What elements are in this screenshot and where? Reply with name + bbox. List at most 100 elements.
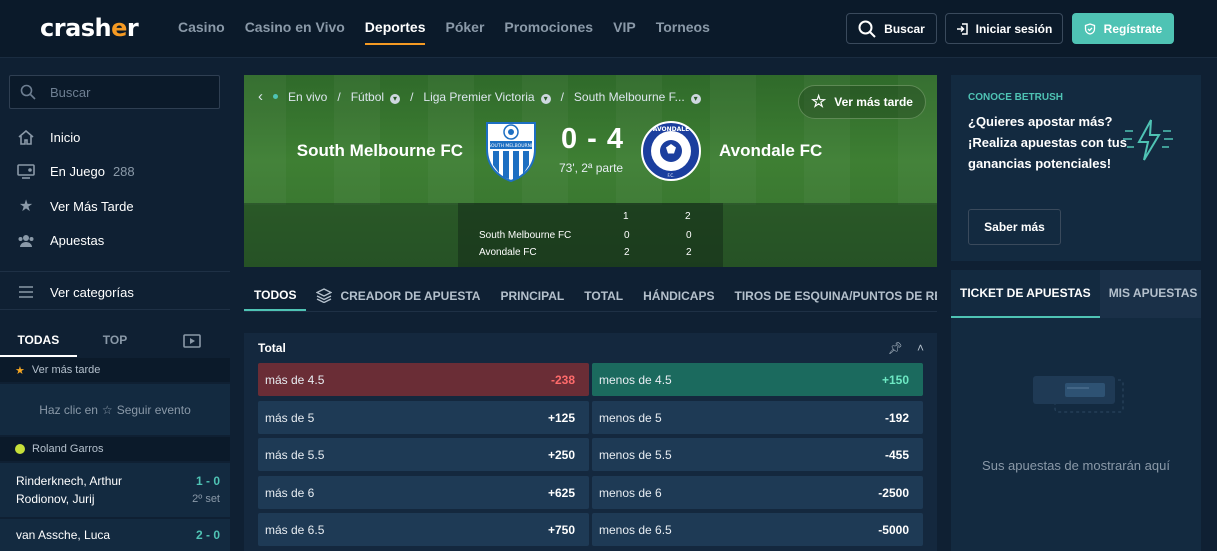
sidebar-item-apuestas[interactable]: Apuestas bbox=[0, 224, 230, 259]
users-icon bbox=[17, 234, 35, 248]
sidebar-search-input[interactable]: Buscar bbox=[9, 75, 220, 109]
divider bbox=[0, 271, 230, 272]
crumb-event[interactable]: South Melbourne F... ▾ bbox=[574, 90, 701, 104]
match-score: 0 - 4 bbox=[561, 123, 625, 155]
odd-under-5[interactable]: menos de 5 -192 bbox=[592, 401, 923, 434]
sidebar-menu: Inicio En Juego 288 ★ Ver Más Tarde Apue… bbox=[0, 120, 230, 258]
sidebar-tabs: TODAS TOP bbox=[0, 325, 230, 357]
match-set: 2º set bbox=[192, 493, 220, 505]
home-team-name: South Melbourne FC bbox=[296, 141, 463, 160]
tab-todas[interactable]: TODAS bbox=[0, 325, 77, 357]
saber-mas-button[interactable]: Saber más bbox=[968, 209, 1061, 245]
nav-deportes[interactable]: Deportes bbox=[355, 0, 436, 58]
tournament-name: Roland Garros bbox=[32, 443, 104, 455]
match-time: 73', 2ª parte bbox=[559, 161, 624, 175]
search-button-label: Buscar bbox=[884, 21, 925, 36]
nav-casino[interactable]: Casino bbox=[178, 0, 235, 58]
sidebar-item-label: Apuestas bbox=[50, 233, 105, 249]
live-tv-icon bbox=[17, 164, 35, 180]
crasher-logo[interactable]: crasher bbox=[40, 14, 139, 42]
sidebar-item-ver-mas-tarde[interactable]: ★ Ver Más Tarde bbox=[0, 189, 230, 224]
crumb-futbol[interactable]: Fútbol ▾ bbox=[351, 90, 401, 104]
tab-top[interactable]: TOP bbox=[77, 325, 154, 357]
sidebar-item-label: Ver Más Tarde bbox=[50, 198, 134, 214]
total-market: Total 📌︎ ˄ más de 4.5 -238 menos de 4.5 +1… bbox=[244, 333, 937, 551]
svg-text:SOUTH MELBOURNE: SOUTH MELBOURNE bbox=[488, 143, 534, 149]
crumb-separator: / bbox=[337, 89, 341, 104]
star-icon: ★ bbox=[18, 198, 34, 216]
crumb-liga[interactable]: Liga Premier Victoria ▾ bbox=[423, 90, 551, 104]
stats-home-p2: 0 bbox=[686, 230, 692, 241]
live-count: 288 bbox=[112, 164, 135, 180]
player-1: van Assche, Luca bbox=[16, 528, 111, 542]
match-item[interactable]: van Assche, Luca 2 - 0 bbox=[0, 519, 230, 551]
crumb-en-vivo[interactable]: En vivo bbox=[288, 90, 327, 104]
svg-text:AVONDALE: AVONDALE bbox=[653, 126, 689, 133]
sidebar-item-en-juego[interactable]: En Juego 288 bbox=[0, 155, 230, 190]
chevron-up-icon[interactable]: ˄ bbox=[917, 341, 924, 355]
sidebar-item-ver-categorias[interactable]: Ver categorías bbox=[0, 275, 230, 310]
tournament-header: Roland Garros bbox=[0, 437, 230, 461]
home-team-crest: SOUTH MELBOURNE bbox=[486, 122, 536, 183]
pitch-stripe bbox=[710, 75, 756, 205]
register-button-label: Regístrate bbox=[1103, 21, 1163, 36]
market-tabs: TODOS CREADOR DE APUESTA PRINCIPAL TOTAL… bbox=[244, 280, 937, 312]
match-score: 2 - 0 bbox=[195, 528, 220, 542]
tab-creador-de-apuesta[interactable]: CREADOR DE APUESTA bbox=[306, 280, 490, 311]
event-hero: ‹ En vivo / Fútbol ▾ / Liga Premier Victo… bbox=[244, 75, 937, 267]
stats-away-p2: 2 bbox=[686, 247, 692, 258]
tab-principal[interactable]: PRINCIPAL bbox=[490, 280, 574, 311]
login-button-label: Iniciar sesión bbox=[975, 21, 1053, 36]
pin-icon[interactable]: 📌︎ bbox=[888, 341, 903, 355]
match-item[interactable]: Rinderknech, Arthur 1 - 0 Rodionov, Jurij… bbox=[0, 463, 230, 517]
tab-ticket-de-apuestas[interactable]: TICKET DE APUESTAS bbox=[951, 270, 1100, 318]
period-header-1: 1 bbox=[623, 211, 629, 222]
promo-eyebrow: CONOCE BETRUSH bbox=[968, 92, 1064, 103]
odd-over-6[interactable]: más de 6 +625 bbox=[258, 476, 589, 509]
odd-under-6[interactable]: menos de 6 -2500 bbox=[592, 476, 923, 509]
login-button[interactable]: Iniciar sesión bbox=[945, 13, 1063, 44]
tab-todos[interactable]: TODOS bbox=[244, 280, 307, 311]
match-score: 1 - 0 bbox=[195, 474, 220, 488]
tab-video[interactable] bbox=[153, 325, 230, 357]
top-navigation-bar: crasher Casino Casino en Vivo Deportes P… bbox=[0, 0, 1217, 58]
nav-casino-en-vivo[interactable]: Casino en Vivo bbox=[235, 0, 355, 58]
star-outline-icon: ☆ bbox=[811, 92, 827, 111]
login-icon bbox=[956, 22, 968, 35]
odd-over-6-5[interactable]: más de 6.5 +750 bbox=[258, 513, 589, 546]
odd-under-5-5[interactable]: menos de 5.5 -455 bbox=[592, 438, 923, 471]
nav-vip[interactable]: VIP bbox=[603, 0, 646, 58]
sidebar-item-label: En Juego bbox=[50, 164, 105, 180]
sidebar-item-label: Ver categorías bbox=[50, 284, 134, 300]
tab-handicaps[interactable]: HÁNDICAPS bbox=[633, 280, 724, 311]
nav-torneos[interactable]: Torneos bbox=[646, 0, 720, 58]
follow-event-hint: Haz clic en ☆ Seguir evento bbox=[0, 384, 230, 435]
header-search-button[interactable]: Buscar bbox=[846, 13, 937, 44]
back-chevron-icon[interactable]: ‹ bbox=[258, 88, 263, 105]
odd-under-4-5[interactable]: menos de 4.5 +150 bbox=[592, 363, 923, 396]
bet-slip-empty-message: Sus apuestas de mostrarán aquí bbox=[982, 458, 1170, 473]
sidebar-item-inicio[interactable]: Inicio bbox=[0, 120, 230, 155]
nav-promociones[interactable]: Promociones bbox=[494, 0, 603, 58]
market-tools: 📌︎ ˄ bbox=[888, 341, 924, 355]
promo-card: CONOCE BETRUSH ¿Quieres apostar más? ¡Re… bbox=[951, 75, 1201, 261]
chevron-down-icon: ▾ bbox=[390, 93, 401, 104]
market-title: Total bbox=[258, 341, 286, 355]
odd-under-6-5[interactable]: menos de 6.5 -5000 bbox=[592, 513, 923, 546]
stats-home-p1: 0 bbox=[624, 230, 630, 241]
divider bbox=[0, 309, 230, 310]
watch-later-button[interactable]: ☆ Ver más tarde bbox=[798, 85, 926, 119]
odd-over-4-5[interactable]: más de 4.5 -238 bbox=[258, 363, 589, 396]
odd-over-5-5[interactable]: más de 5.5 +250 bbox=[258, 438, 589, 471]
odd-over-5[interactable]: más de 5 +125 bbox=[258, 401, 589, 434]
watch-later-header-label: Ver más tarde bbox=[31, 364, 101, 376]
register-button[interactable]: Regístrate bbox=[1072, 13, 1174, 44]
stats-home-team: South Melbourne FC bbox=[479, 230, 572, 241]
tab-mis-apuestas[interactable]: MIS APUESTAS bbox=[1100, 270, 1207, 318]
nav-poker[interactable]: Póker bbox=[435, 0, 494, 58]
tab-tiros-de-esquina[interactable]: TIROS DE ESQUINA/PUNTOS DE RESERVA bbox=[724, 280, 937, 311]
stats-away-team: Avondale FC bbox=[479, 247, 537, 258]
list-icon bbox=[17, 286, 35, 299]
tab-total[interactable]: TOTAL bbox=[574, 280, 633, 311]
promo-headline: ¿Quieres apostar más? ¡Realiza apuestas … bbox=[968, 114, 1127, 171]
